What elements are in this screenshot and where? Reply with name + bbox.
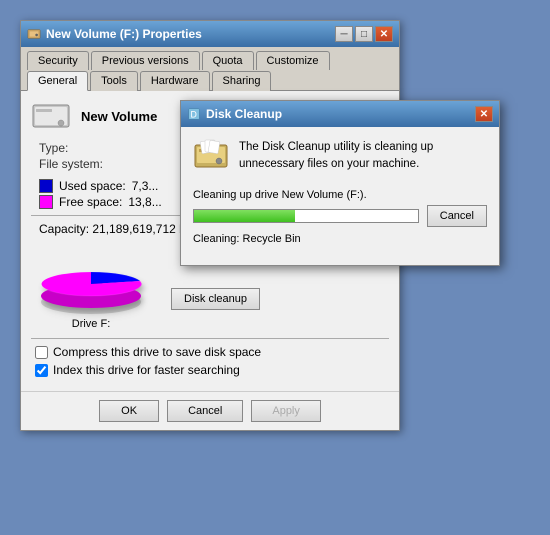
tab-customize[interactable]: Customize	[256, 51, 330, 70]
cleanup-close-button[interactable]: ✕	[475, 106, 493, 122]
compress-checkbox-row: Compress this drive to save disk space	[35, 345, 389, 359]
disk-cleanup-dialog: D Disk Cleanup ✕ The	[180, 100, 500, 266]
cleanup-cancel-button[interactable]: Cancel	[427, 205, 487, 227]
cleaning-prefix: Cleaning:	[193, 233, 239, 245]
used-color-box	[39, 179, 53, 193]
cleanup-message: The Disk Cleanup utility is cleaning up …	[239, 139, 487, 175]
drive-name-label: New Volume	[81, 109, 157, 124]
index-label: Index this drive for faster searching	[53, 363, 240, 377]
tabs-container: Security Previous versions Quota Customi…	[21, 47, 399, 90]
compress-checkbox[interactable]	[35, 346, 48, 359]
cleanup-content: The Disk Cleanup utility is cleaning up …	[181, 127, 499, 265]
cancel-button[interactable]: Cancel	[167, 400, 243, 422]
tab-general[interactable]: General	[27, 71, 88, 91]
tab-previous-versions[interactable]: Previous versions	[91, 51, 200, 70]
free-value: 13,8...	[128, 195, 161, 209]
title-buttons: ─ □ ✕	[335, 26, 393, 42]
progress-section: Cleaning up drive New Volume (F:). Cance…	[193, 189, 487, 245]
pie-label: Drive F:	[72, 318, 111, 330]
progress-label: Cleaning up drive New Volume (F:).	[193, 189, 487, 201]
close-button[interactable]: ✕	[375, 26, 393, 42]
used-label: Used space:	[59, 179, 126, 193]
tab-sharing[interactable]: Sharing	[212, 71, 272, 91]
properties-title: New Volume (F:) Properties	[46, 27, 202, 41]
progress-row: Cancel	[193, 205, 487, 227]
capacity-label: Capacity:	[39, 222, 89, 236]
cleanup-title-left: D Disk Cleanup	[187, 107, 282, 121]
divider-2	[31, 338, 389, 339]
compress-label: Compress this drive to save disk space	[53, 345, 261, 359]
used-value: 7,3...	[132, 179, 159, 193]
index-checkbox[interactable]	[35, 364, 48, 377]
index-checkbox-row: Index this drive for faster searching	[35, 363, 389, 377]
maximize-button[interactable]: □	[355, 26, 373, 42]
cleanup-title-icon: D	[187, 107, 201, 121]
drive-icon	[31, 101, 71, 131]
title-bar-left: New Volume (F:) Properties	[27, 27, 202, 41]
cleaning-item: Recycle Bin	[243, 233, 301, 245]
tab-security[interactable]: Security	[27, 51, 89, 70]
ok-button[interactable]: OK	[99, 400, 159, 422]
bottom-buttons: OK Cancel Apply	[21, 391, 399, 430]
tab-tools[interactable]: Tools	[90, 71, 138, 91]
cleanup-title-buttons: ✕	[475, 106, 493, 122]
apply-button[interactable]: Apply	[251, 400, 321, 422]
tab-row-2: General Tools Hardware Sharing	[25, 70, 399, 90]
pie-container: Drive F:	[31, 244, 151, 330]
cleanup-header: The Disk Cleanup utility is cleaning up …	[193, 139, 487, 175]
cleaning-status: Cleaning: Recycle Bin	[193, 233, 487, 245]
free-label: Free space:	[59, 195, 122, 209]
disk-cleanup-button[interactable]: Disk cleanup	[171, 288, 260, 310]
minimize-button[interactable]: ─	[335, 26, 353, 42]
free-color-box	[39, 195, 53, 209]
cleanup-drive-icon	[193, 139, 229, 175]
svg-text:D: D	[191, 110, 197, 120]
progress-bar-container	[193, 209, 419, 223]
drive-title-icon	[27, 27, 41, 41]
properties-title-bar: New Volume (F:) Properties ─ □ ✕	[21, 21, 399, 47]
progress-bar-fill	[194, 210, 295, 222]
cleanup-title-bar: D Disk Cleanup ✕	[181, 101, 499, 127]
pie-chart	[31, 244, 151, 314]
tab-quota[interactable]: Quota	[202, 51, 254, 70]
tab-hardware[interactable]: Hardware	[140, 71, 210, 91]
cleanup-dialog-title: Disk Cleanup	[206, 107, 282, 121]
tab-row-1: Security Previous versions Quota Customi…	[25, 50, 399, 69]
